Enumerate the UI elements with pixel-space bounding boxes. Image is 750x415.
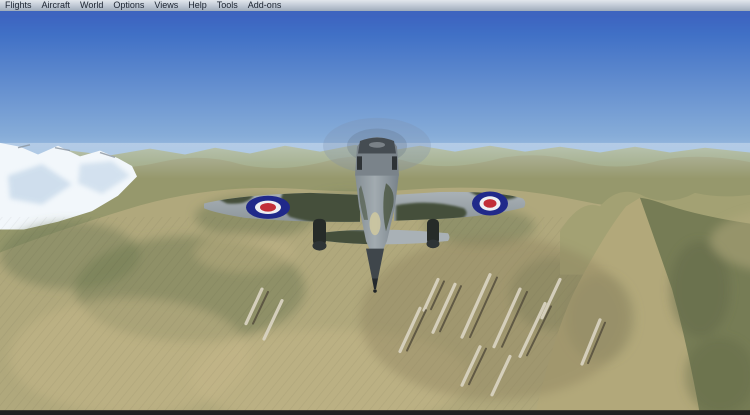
landing-gear-left [313,219,327,251]
menu-item-options[interactable]: Options [113,0,144,11]
menu-item-help[interactable]: Help [188,0,207,11]
underside-patch [370,212,381,235]
menu-item-flights[interactable]: Flights [5,0,32,11]
menu-item-views[interactable]: Views [154,0,178,11]
simulator-viewport[interactable] [0,16,750,415]
canopy [355,137,399,175]
menu-bar: Flights Aircraft World Options Views Hel… [0,0,750,11]
landing-gear-right [427,219,440,248]
roundel-left [246,196,290,219]
flight-sim-window: Flights Aircraft World Options Views Hel… [0,0,750,415]
menu-item-tools[interactable]: Tools [217,0,238,11]
bottom-window-edge [0,410,750,415]
menu-item-addons[interactable]: Add-ons [248,0,282,11]
menu-item-aircraft[interactable]: Aircraft [42,0,71,11]
roundel-right [472,191,508,215]
menu-item-world[interactable]: World [80,0,103,11]
